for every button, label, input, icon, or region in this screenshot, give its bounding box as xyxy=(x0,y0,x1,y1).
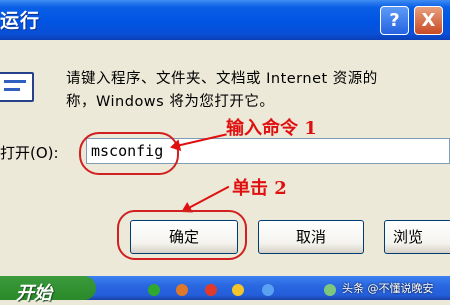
annotation-arrow-2 xyxy=(182,185,230,212)
start-button-label: 开始 xyxy=(16,283,52,304)
quicklaunch-icon-2[interactable] xyxy=(176,284,188,296)
instruction-line-1: 请键入程序、文件夹、文档或 Internet 资源的 xyxy=(66,71,378,87)
ok-highlight-circle xyxy=(117,210,247,260)
cancel-button[interactable]: 取消 xyxy=(258,220,364,254)
quicklaunch-icon-3[interactable] xyxy=(205,284,217,296)
quicklaunch-icon-4[interactable] xyxy=(232,284,244,296)
taskbar-window-icon[interactable] xyxy=(324,284,336,296)
help-icon: ? xyxy=(389,10,400,31)
close-button[interactable]: X xyxy=(414,6,443,35)
quicklaunch-icon-5[interactable] xyxy=(262,284,274,296)
command-highlight-circle xyxy=(79,132,179,175)
run-dialog-icon xyxy=(0,72,34,102)
instruction-line-2: 称，Windows 将为您打开它。 xyxy=(66,94,275,110)
help-button[interactable]: ? xyxy=(380,6,409,35)
quicklaunch-icon-1[interactable] xyxy=(148,284,160,296)
instruction-text: 请键入程序、文件夹、文档或 Internet 资源的 称，Windows 将为您… xyxy=(66,68,446,114)
close-icon: X xyxy=(421,10,436,31)
title-bar[interactable]: 运行 ? X xyxy=(0,0,450,40)
window-title: 运行 xyxy=(0,10,41,32)
annotation-step-1: 输入命令 1 xyxy=(226,118,317,139)
open-label: 打开(O): xyxy=(0,144,59,162)
browse-button[interactable]: 浏览 xyxy=(384,220,450,254)
watermark-text: 头条 @不懂说晚安 xyxy=(342,282,434,295)
annotation-step-2: 单击 2 xyxy=(232,178,287,199)
